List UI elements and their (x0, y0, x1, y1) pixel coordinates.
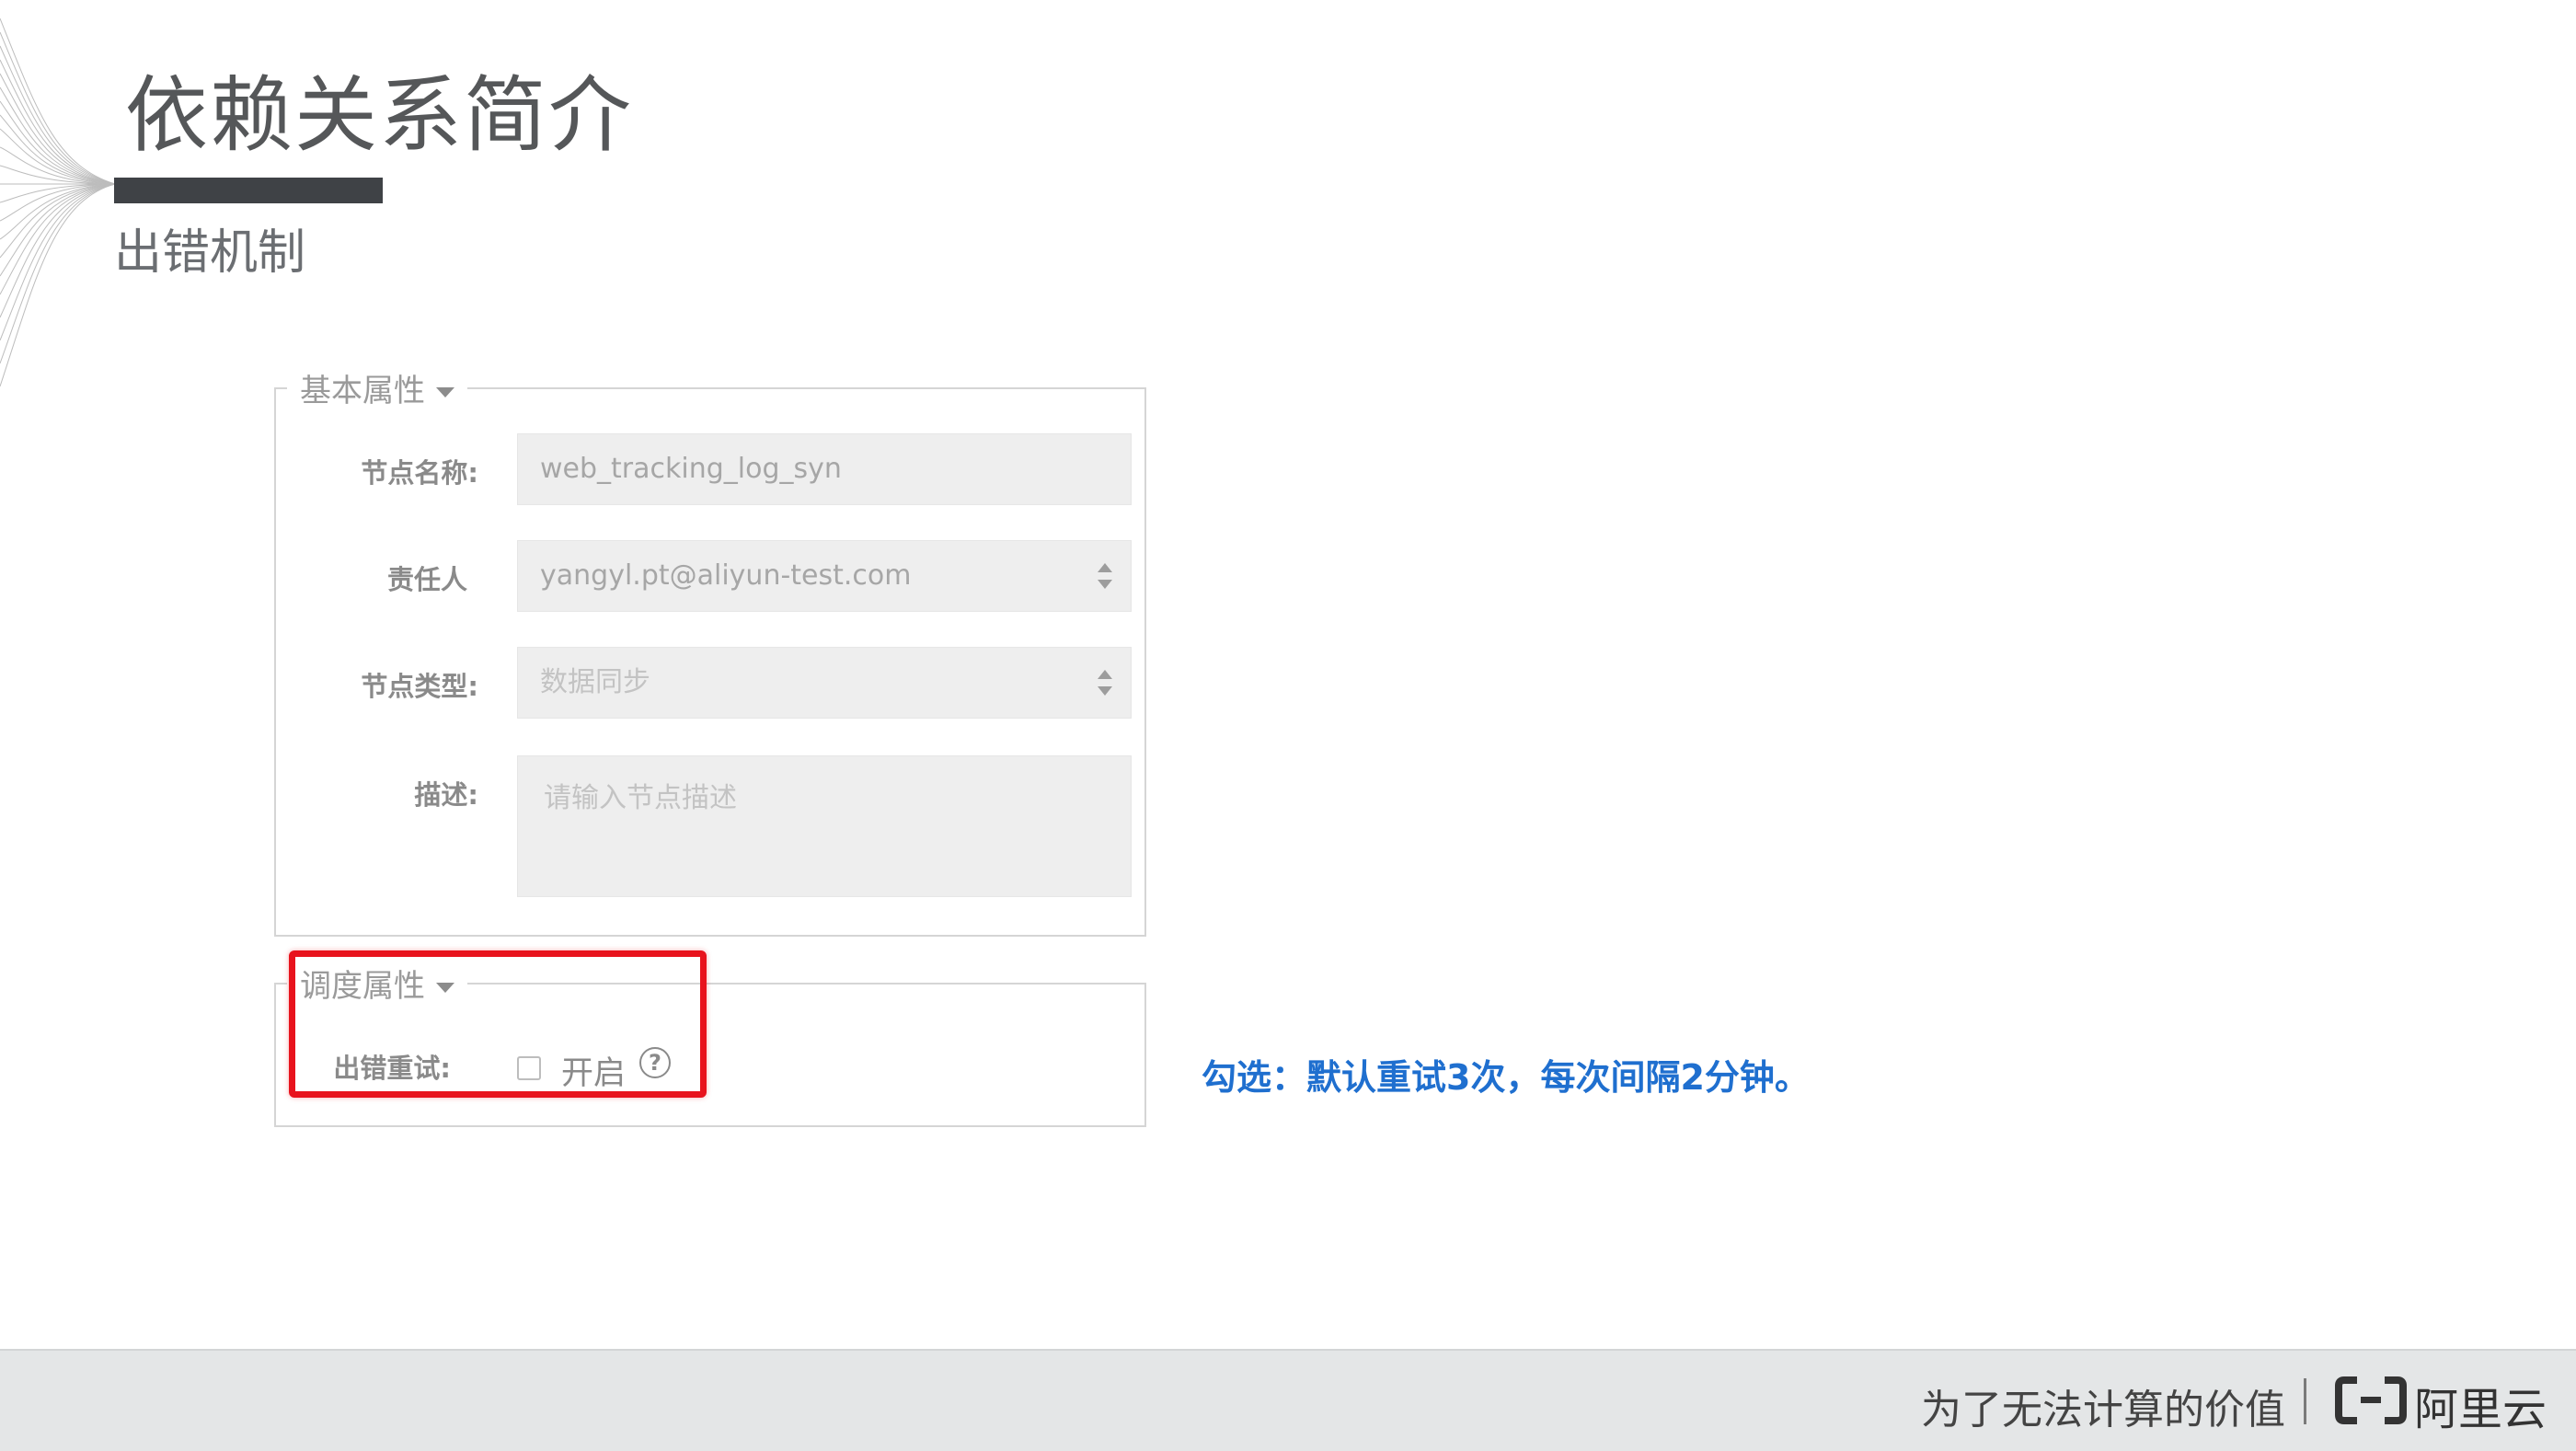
owner-label: 责任人 (386, 564, 467, 595)
select-arrows-icon (1098, 670, 1112, 696)
basic-properties-legend[interactable]: 基本属性 (287, 365, 467, 410)
annotation-note: 勾选：默认重试3次，每次间隔2分钟。 (1202, 1057, 1810, 1098)
owner-select[interactable]: yangyl.pt@aliyun-test.com (517, 540, 1132, 612)
select-arrows-icon (1098, 563, 1112, 589)
description-textarea[interactable]: 请输入节点描述 (517, 755, 1132, 897)
slide-subtitle: 出错机制 (114, 225, 306, 281)
node-type-select[interactable]: 数据同步 (517, 647, 1132, 719)
description-placeholder: 请输入节点描述 (544, 782, 737, 814)
aliyun-logo-text: 阿里云 (2414, 1384, 2547, 1435)
footer-bar: 为了无法计算的价值 阿里云 (0, 1349, 2576, 1451)
footer-slogan: 为了无法计算的价值 (1921, 1387, 2285, 1434)
node-type-value: 数据同步 (540, 666, 650, 698)
slide-title: 依赖关系简介 (125, 67, 633, 164)
node-type-label: 节点类型: (361, 671, 478, 702)
caret-down-icon (436, 387, 454, 397)
highlight-annotation-box (289, 950, 707, 1098)
footer-divider (2304, 1378, 2306, 1424)
node-name-value: web_tracking_log_syn (540, 453, 842, 485)
node-name-label: 节点名称: (361, 457, 478, 489)
aliyun-bracket-logo-icon (2335, 1376, 2407, 1424)
decorative-curves (0, 0, 118, 396)
node-name-input[interactable]: web_tracking_log_syn (517, 433, 1132, 505)
basic-properties-panel: 基本属性 节点名称: web_tracking_log_syn 责任人 yang… (274, 365, 1146, 937)
basic-properties-legend-label: 基本属性 (300, 373, 425, 409)
description-label: 描述: (414, 779, 478, 811)
title-underline-bar (114, 178, 383, 203)
owner-value: yangyl.pt@aliyun-test.com (540, 559, 912, 592)
